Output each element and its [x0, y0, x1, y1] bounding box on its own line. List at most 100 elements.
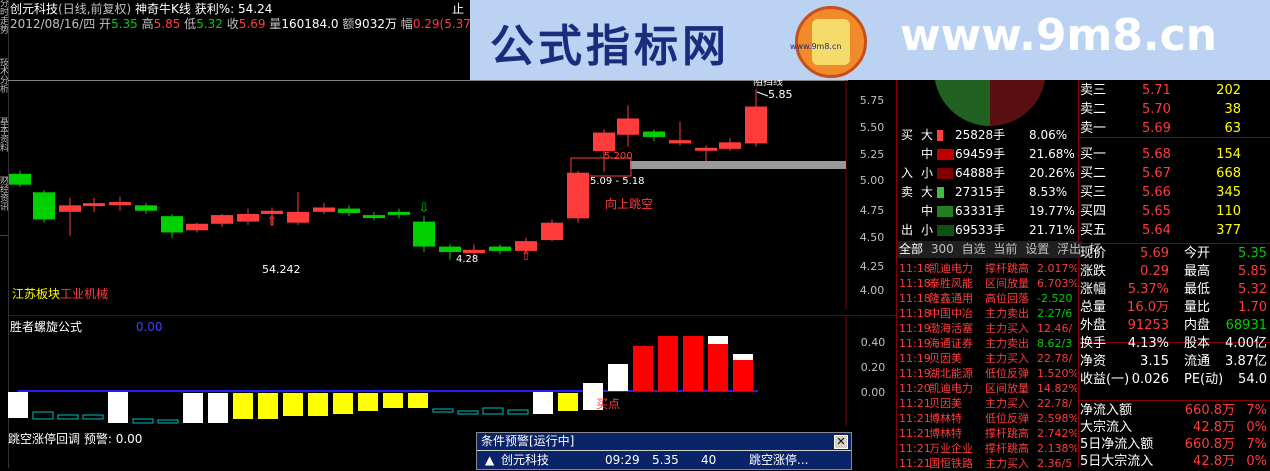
sell-label: 卖二: [1080, 102, 1107, 117]
candle-body: [186, 223, 208, 231]
candle-body: [463, 249, 485, 254]
buy-arrow-icon: ⇧: [267, 214, 278, 229]
bottom-indicator-header: 跳空涨停回调 预警: 0.00: [8, 430, 142, 447]
candle-body: [567, 172, 589, 219]
tab-current[interactable]: 当前: [991, 242, 1019, 256]
low-value: 5.32: [196, 17, 223, 31]
signal-type: 主力卖出: [985, 337, 1029, 350]
signal-row[interactable]: 11:21 博林特 低位反弹 2.598%: [897, 411, 1077, 426]
signal-type: 高位回落: [985, 292, 1029, 305]
signal-type: 撑杆跳高: [985, 262, 1029, 275]
open-value: 5.35: [111, 17, 138, 31]
buy-volume: 345: [1216, 185, 1241, 200]
indicator-bar: [432, 408, 454, 413]
quote-label: 收益(一): [1080, 372, 1130, 387]
indicator-bar: [408, 393, 428, 408]
indicator-bar: [82, 414, 104, 420]
candle-body: [745, 106, 767, 144]
high-label: 高: [141, 17, 154, 31]
profit-value-label: 54.242: [262, 263, 301, 276]
big-order-row: 出小 69533手 21.71%: [897, 221, 1082, 240]
quote-row: 收益(一) 0.026 PE(动) 54.0: [1078, 371, 1270, 389]
tab-watchlist[interactable]: 自选: [960, 242, 988, 256]
signal-time: 11:18: [899, 262, 931, 275]
indicator-bar: [108, 392, 128, 423]
candle-body: [541, 222, 563, 241]
signal-type: 低位反弹: [985, 367, 1029, 380]
signal-time: 11:19: [899, 352, 931, 365]
signal-value: -2.520: [1037, 292, 1073, 305]
change-label: 幅: [400, 17, 413, 31]
quote-divider: [1078, 243, 1270, 244]
amount-label: 额: [342, 17, 355, 31]
quote-value: 91253: [1127, 318, 1169, 333]
big-order-percent: 8.53%: [1029, 185, 1068, 199]
signal-stock: 渤海活塞: [929, 322, 973, 335]
signal-stock: 凯迪电力: [929, 382, 973, 395]
sell-level-3: 卖三 5.71 202: [1078, 82, 1270, 100]
quote-label: 今开: [1184, 246, 1211, 261]
indicator-bar: [457, 410, 479, 415]
side-tab-profile[interactable]: 基本资料: [0, 118, 8, 177]
signal-row[interactable]: 11:19 渤海活塞 主力买入 12.46/: [897, 321, 1077, 336]
candles-group: ⇧ ⇩ ⇧: [9, 89, 767, 264]
candle-body: [719, 142, 741, 149]
indicator-chart[interactable]: 买点 0.40 0.20 0.00: [8, 315, 896, 426]
signal-value: 2.138%: [1037, 442, 1077, 455]
candle-body: [363, 215, 385, 219]
sell-label: 卖三: [1080, 83, 1107, 98]
signal-row[interactable]: 11:21 贝因美 主力买入 22.78/: [897, 396, 1077, 411]
signal-row[interactable]: 11:21 万业企业 撑杆跳高 2.138%: [897, 441, 1077, 456]
signal-type: 区间放量: [985, 277, 1029, 290]
signal-row[interactable]: 11:19 湖北能源 低位反弹 1.520%: [897, 366, 1077, 381]
big-order-side: 买: [901, 128, 914, 142]
big-order-volume: 27315手: [955, 185, 1006, 199]
dialog-warning-row[interactable]: ▲ 创元科技 09:29 5.35 40 跳空涨停...: [477, 451, 851, 469]
chart-header-line2: 2012/08/16/四 开5.35 高5.85 低5.32 收5.69 量16…: [10, 15, 514, 32]
candle-body: [439, 246, 461, 252]
dialog-title[interactable]: 条件预警[运行中]: [477, 433, 851, 450]
dialog-close-button[interactable]: ✕: [834, 435, 848, 449]
quote-value: 5.69: [1140, 246, 1169, 261]
buy-label: 买一: [1080, 147, 1107, 162]
tab-300[interactable]: 300: [929, 242, 956, 256]
stop-label: 止: [452, 2, 465, 16]
volume-label: 量: [269, 17, 282, 31]
signal-value: 8.62/3: [1037, 337, 1073, 350]
buy-label: 买四: [1080, 204, 1107, 219]
signal-row[interactable]: 11:18 中国中冶 主力卖出 2.27/6: [897, 306, 1077, 321]
side-tab-intraday[interactable]: 分时走势: [0, 0, 8, 59]
fund-flow-row: 大宗流入 42.8万 0%: [1078, 419, 1270, 437]
quote-value: 5.32: [1238, 282, 1267, 297]
signal-row[interactable]: 11:20 凯迪电力 区间放量 14.82%: [897, 381, 1077, 396]
condition-warning-dialog[interactable]: 条件预警[运行中] ✕ ▲ 创元科技 09:29 5.35 40 跳空涨停...: [476, 432, 852, 470]
fund-flow-label: 大宗流入: [1080, 420, 1133, 435]
signal-type: 区间放量: [985, 382, 1029, 395]
side-tab-technical[interactable]: 技术分析: [0, 59, 8, 118]
signal-row[interactable]: 11:21 国恒铁路 主力买入 2.36/5: [897, 456, 1077, 471]
tab-all[interactable]: 全部: [897, 242, 925, 256]
tab-settings[interactable]: 设置: [1023, 242, 1051, 256]
big-order-size: 大: [921, 128, 934, 142]
low-label: 低: [184, 17, 197, 31]
bottom-indicator-title: 跳空涨停回调: [8, 432, 81, 446]
sell-level-2: 卖二 5.70 38: [1078, 101, 1270, 119]
signal-row[interactable]: 11:19 贝因美 主力买入 22.78/: [897, 351, 1077, 366]
signal-row[interactable]: 11:18 泰胜风能 区间放量 6.703%: [897, 276, 1077, 291]
price-tick: 4.25: [860, 260, 885, 273]
big-order-bar: [937, 225, 954, 236]
signal-row[interactable]: 11:18 隆鑫通用 高位回落 -2.520: [897, 291, 1077, 306]
buy-level-2: 买二 5.67 668: [1078, 165, 1270, 183]
signal-row[interactable]: 11:19 海通证券 主力卖出 8.62/3: [897, 336, 1077, 351]
warn-value: 0.00: [115, 432, 143, 446]
candlestick-chart[interactable]: ⇧ ⇩ ⇧ 5.200 5.09 - 5.18 向上跳空 5.85 阻挡线 4.28…: [8, 80, 896, 310]
quote-label: 涨幅: [1080, 282, 1107, 297]
indicator-bars-group: [8, 336, 753, 424]
indicator-bar: [32, 411, 54, 420]
signal-row[interactable]: 11:21 博林特 撑杆跳高 2.742%: [897, 426, 1077, 441]
candle-body: [9, 173, 31, 185]
signal-stock: 凯迪电力: [929, 262, 973, 275]
candle-body: [83, 203, 105, 207]
signal-row[interactable]: 11:18 凯迪电力 撑杆跳高 2.017%: [897, 261, 1077, 276]
side-tab-news[interactable]: 财经资讯: [0, 177, 8, 236]
